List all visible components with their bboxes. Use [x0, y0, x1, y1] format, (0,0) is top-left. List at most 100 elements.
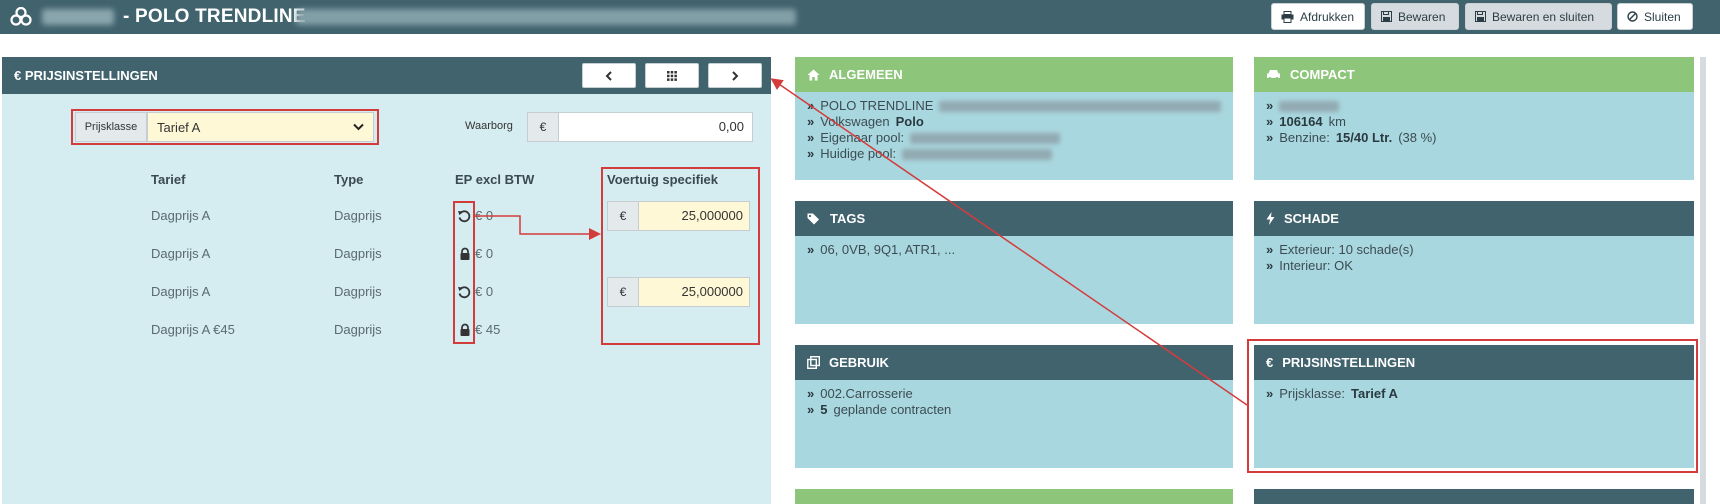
car-icon	[1267, 70, 1280, 80]
card-algemeen-header: ALGEMEEN	[795, 57, 1233, 92]
vehicle-brand: Volkswagen	[820, 114, 890, 129]
card-tags: TAGS » 06, 0VB, 9Q1, ATR1, ...	[795, 201, 1233, 324]
waarborg-input[interactable]: 0,00	[558, 112, 753, 142]
page-title: - POLO TRENDLINE	[123, 6, 306, 27]
printer-icon	[1281, 10, 1294, 23]
exterior-damage: Exterieur: 10 schade(s)	[1279, 242, 1414, 257]
usage-department: 002.Carrosserie	[820, 386, 913, 401]
save-close-label: Bewaren en sluiten	[1492, 9, 1595, 24]
row1-ep: € 0	[475, 208, 494, 223]
current-pool-label: Huidige pool:	[820, 146, 897, 161]
row2-tarief: Dagprijs A	[151, 246, 211, 261]
fuel-label: Benzine:	[1279, 130, 1330, 145]
app-logo-icon	[10, 7, 32, 26]
redacted-id	[42, 9, 114, 25]
row4-type: Dagprijs	[334, 322, 382, 337]
mileage-value: 106164	[1279, 114, 1323, 129]
row1-tarief: Dagprijs A	[151, 208, 211, 223]
list-item: »	[1266, 98, 1682, 114]
card-schade-header: SCHADE	[1254, 201, 1694, 236]
redacted-title	[296, 9, 796, 25]
card-schade: SCHADE » Exterieur: 10 schade(s) » Interie…	[1254, 201, 1694, 324]
list-item: » POLO TRENDLINE	[807, 98, 1221, 114]
waarborg-label: Waarborg	[465, 120, 513, 132]
print-button[interactable]: Afdrukken	[1271, 3, 1365, 30]
grid-icon	[667, 70, 677, 81]
card-algemeen: ALGEMEEN » POLO TRENDLINE » Volkswagen Polo…	[795, 57, 1233, 180]
list-item: » 002.Carrosserie	[807, 386, 913, 401]
annotation-box-vehicle-specific	[601, 167, 760, 345]
card-compact-title: COMPACT	[1290, 67, 1355, 82]
chevron-left-icon	[605, 70, 612, 81]
list-item: » Benzine: 15/40 Ltr. (38 %)	[1266, 130, 1437, 145]
col-tarief: Tarief	[151, 172, 186, 187]
save-close-button[interactable]: Bewaren en sluiten	[1465, 3, 1612, 30]
card-gebruik: GEBRUIK » 002.Carrosserie » 5 geplande cont…	[795, 345, 1233, 468]
fuel-percent: (38 %)	[1398, 130, 1437, 145]
close-label: Sluiten	[1644, 9, 1681, 24]
card-schade-title: SCHADE	[1284, 211, 1339, 226]
vehicle-name: POLO TRENDLINE	[820, 98, 934, 113]
card-next-right	[1254, 489, 1694, 504]
close-button[interactable]: Sluiten	[1617, 3, 1693, 30]
floppy-icon	[1381, 11, 1392, 22]
card-compact-header: COMPACT	[1254, 57, 1694, 92]
tags-list: 06, 0VB, 9Q1, ATR1, ...	[820, 242, 956, 257]
list-item: » Huidige pool:	[807, 146, 1221, 162]
row2-ep: € 0	[475, 246, 494, 261]
card-algemeen-title: ALGEMEEN	[829, 67, 903, 82]
previous-button[interactable]	[582, 63, 636, 88]
col-ep-excl-btw: EP excl BTW	[455, 172, 535, 187]
save-label: Bewaren	[1398, 9, 1446, 24]
price-settings-title: € PRIJSINSTELLINGEN	[14, 68, 158, 83]
card-compact: COMPACT » » 106164 km » Benzine: 15/40 Ltr.(…	[1254, 57, 1694, 180]
copy-icon	[807, 356, 820, 369]
redacted-text	[902, 148, 1053, 160]
scrollbar[interactable]	[1700, 57, 1706, 504]
row4-ep: € 45	[475, 322, 501, 337]
row1-type: Dagprijs	[334, 208, 382, 223]
list-item: » Eigenaar pool:	[807, 130, 1221, 146]
list-item: » 06, 0VB, 9Q1, ATR1, ...	[807, 242, 956, 257]
interior-damage: Interieur: OK	[1279, 258, 1353, 273]
fuel-value: 15/40 Ltr.	[1335, 130, 1393, 145]
card-gebruik-title: GEBRUIK	[829, 355, 889, 370]
ban-icon	[1627, 11, 1638, 22]
grid-view-button[interactable]	[645, 63, 699, 88]
redacted-text	[910, 132, 1061, 144]
planned-contracts-label: geplande contracten	[833, 402, 952, 417]
vehicle-model: Polo	[895, 114, 924, 129]
mileage-unit: km	[1328, 114, 1346, 129]
row3-ep: € 0	[475, 284, 494, 299]
col-type: Type	[334, 172, 364, 187]
annotation-box-icons	[453, 201, 475, 344]
card-tags-title: TAGS	[830, 211, 866, 226]
next-button[interactable]	[708, 63, 762, 88]
tags-icon	[807, 213, 819, 224]
waarborg-currency: €	[527, 112, 559, 142]
chevron-right-icon	[732, 70, 739, 81]
list-item: » Exterieur: 10 schade(s)	[1266, 242, 1414, 257]
bolt-icon	[1266, 212, 1275, 225]
list-item: » Volkswagen Polo	[807, 114, 924, 129]
print-label: Afdrukken	[1300, 9, 1355, 24]
list-item: » Interieur: OK	[1266, 258, 1353, 273]
row3-tarief: Dagprijs A	[151, 284, 211, 299]
list-item: » 106164 km	[1266, 114, 1346, 129]
row2-type: Dagprijs	[334, 246, 382, 261]
annotation-box-summary	[1247, 339, 1698, 473]
card-tags-header: TAGS	[795, 201, 1233, 236]
save-button[interactable]: Bewaren	[1371, 3, 1459, 30]
owner-pool-label: Eigenaar pool:	[820, 130, 905, 145]
top-bar: - POLO TRENDLINE Afdrukken Bewaren Bewar…	[0, 0, 1720, 34]
floppy-icon	[1475, 11, 1486, 22]
redacted-text	[1279, 100, 1340, 112]
row3-type: Dagprijs	[334, 284, 382, 299]
home-icon	[807, 69, 820, 80]
row4-tarief: Dagprijs A €45	[151, 322, 235, 337]
card-gebruik-header: GEBRUIK	[795, 345, 1233, 380]
annotation-box-prijsklasse	[71, 109, 379, 145]
list-item: » 5 geplande contracten	[807, 402, 952, 417]
price-settings-header: € PRIJSINSTELLINGEN	[2, 57, 771, 94]
redacted-text	[939, 100, 1221, 112]
